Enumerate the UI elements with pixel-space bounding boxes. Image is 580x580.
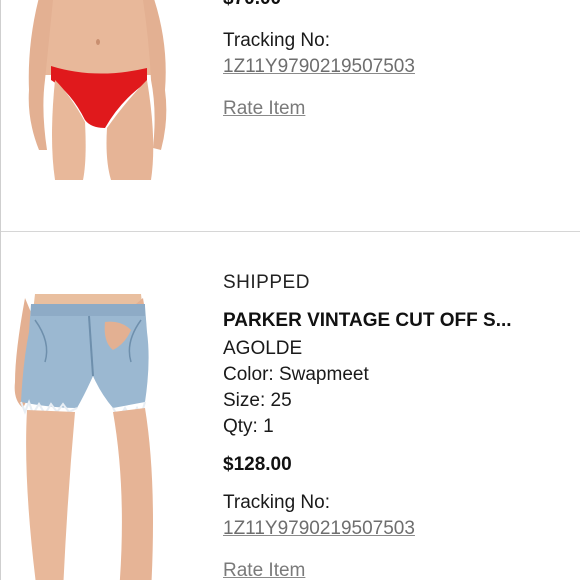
product-image-bikini[interactable]	[1, 0, 191, 230]
order-item-1: $70.00 Tracking No: 1Z11Y9790219507503 R…	[1, 0, 580, 230]
tracking-number-link[interactable]: 1Z11Y9790219507503	[223, 56, 415, 78]
product-name[interactable]: PARKER VINTAGE CUT OFF S...	[223, 310, 512, 332]
rate-item-link[interactable]: Rate Item	[223, 560, 305, 580]
order-item-2: SHIPPED PARKER VINTAGE CUT OFF S... AGOL…	[1, 232, 580, 580]
order-history-screen: $70.00 Tracking No: 1Z11Y9790219507503 R…	[0, 0, 580, 580]
tracking-label: Tracking No:	[223, 30, 330, 51]
product-brand: AGOLDE	[223, 338, 303, 359]
item-price: $128.00	[223, 454, 292, 475]
denim-shorts-model-illustration	[14, 294, 153, 580]
bikini-model-illustration	[28, 0, 167, 180]
rate-item-link[interactable]: Rate Item	[223, 98, 305, 120]
tracking-label: Tracking No:	[223, 492, 330, 513]
item-price: $70.00	[223, 0, 281, 10]
product-quantity: Qty: 1	[223, 416, 274, 437]
tracking-number-link[interactable]: 1Z11Y9790219507503	[223, 518, 415, 540]
shipping-status: SHIPPED	[223, 272, 310, 293]
product-color: Color: Swapmeet	[223, 364, 369, 385]
product-size: Size: 25	[223, 390, 292, 411]
product-image-denim-shorts[interactable]	[1, 232, 191, 580]
